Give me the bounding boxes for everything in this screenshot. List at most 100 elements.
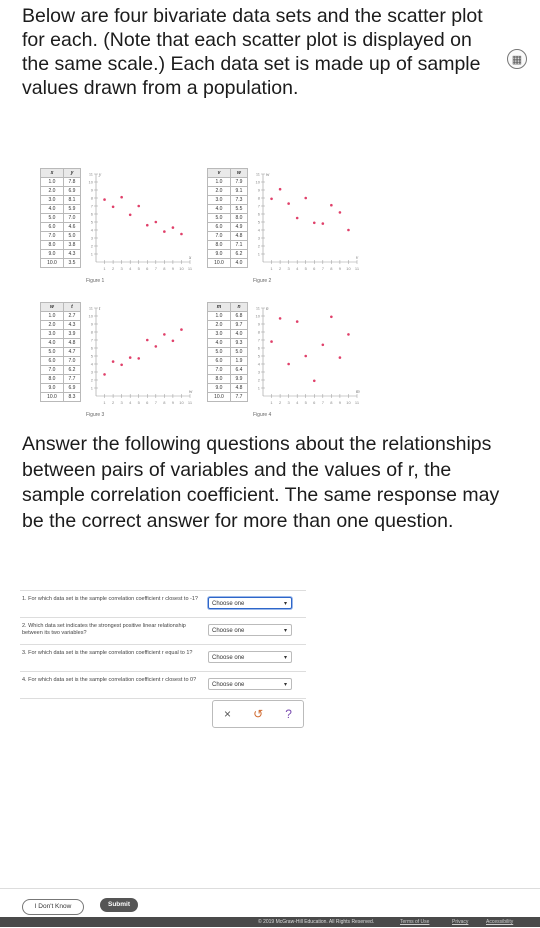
table-cell: 4.9 xyxy=(229,222,249,232)
x-tick-label: 6 xyxy=(146,400,149,405)
answer-select-2[interactable]: Choose one xyxy=(208,624,292,637)
table-cell: 5.0 xyxy=(40,347,64,357)
table-row: 6.0 4.9 xyxy=(207,222,249,232)
help-icon[interactable]: ? xyxy=(285,707,292,721)
table-cell: 7.0 xyxy=(62,213,82,223)
answer-actions: × ↺ ? xyxy=(212,700,304,728)
table-cell: 4.0 xyxy=(207,338,231,348)
answer-select-4[interactable]: Choose one xyxy=(208,678,292,691)
dont-know-button[interactable]: I Don't Know xyxy=(22,899,84,915)
x-tick-label: 3 xyxy=(288,266,291,271)
table-cell: 7.0 xyxy=(62,356,82,366)
instructions-text: Answer the following questions about the… xyxy=(22,433,500,532)
table-cell: 1.0 xyxy=(40,311,64,321)
undo-icon[interactable]: ↺ xyxy=(253,707,263,721)
column-header: w xyxy=(40,302,64,312)
data-point xyxy=(295,216,299,220)
submit-button[interactable]: Submit xyxy=(100,898,138,912)
table-cell: 8.0 xyxy=(207,374,231,384)
table-header-row: mn xyxy=(207,302,249,312)
table-cell: 3.0 xyxy=(40,195,64,205)
x-tick-label: 2 xyxy=(279,266,282,271)
data-point xyxy=(171,226,175,229)
figure-1-label: Figure 1 xyxy=(86,278,105,284)
scatter-plot-3: 1 2 3 4 5 6 7 8 9 10 111234567891011 tw xyxy=(89,306,193,406)
table-cell: 10.0 xyxy=(207,258,231,268)
table-row: 1.0 2.7 xyxy=(40,311,82,321)
table-header-row: wt xyxy=(40,302,82,312)
column-header: w xyxy=(229,168,249,178)
table-cell: 6.0 xyxy=(40,222,64,232)
data-point xyxy=(295,320,299,323)
y-tick-label: 5 xyxy=(258,354,261,359)
data-point xyxy=(312,379,316,383)
table-row: 3.0 8.1 xyxy=(40,195,82,205)
x-tick-label: 1 xyxy=(270,400,273,405)
y-tick-label: 3 xyxy=(91,370,94,375)
x-tick-label: 8 xyxy=(330,400,333,405)
x-tick-label: 9 xyxy=(339,400,342,405)
table-row: 9.0 4.8 xyxy=(207,383,249,393)
figure-4-label: Figure 4 xyxy=(253,412,272,418)
answer-select-3[interactable]: Choose one xyxy=(208,651,292,664)
x-tick-label: 9 xyxy=(172,266,175,271)
x-tick-label: 6 xyxy=(146,266,149,271)
table-cell: 7.0 xyxy=(207,231,231,241)
x-axis-label: v xyxy=(356,256,359,261)
table-cell: 6.2 xyxy=(62,365,82,375)
column-header: t xyxy=(62,302,82,312)
question-list: 1. For which data set is the sample corr… xyxy=(20,590,306,699)
data-point xyxy=(278,187,282,191)
question-text-1: 1. For which data set is the sample corr… xyxy=(22,596,198,602)
data-point xyxy=(270,197,273,201)
table-row: 5.0 7.0 xyxy=(40,213,82,223)
table-row: 4.0 9.3 xyxy=(207,338,249,348)
table-cell: 2.7 xyxy=(62,311,82,321)
table-cell: 6.8 xyxy=(229,311,249,321)
x-tick-label: 8 xyxy=(163,400,166,405)
clear-icon[interactable]: × xyxy=(224,707,231,721)
y-tick-label: 10 xyxy=(256,314,261,319)
table-row: 2.0 9.1 xyxy=(207,186,249,196)
table-cell: 2.0 xyxy=(207,320,231,330)
answer-select-1[interactable]: Choose one xyxy=(208,597,292,610)
terms-link[interactable]: Terms of Use xyxy=(400,919,429,925)
copyright-text: © 2019 McGraw-Hill Education. All Rights… xyxy=(258,919,375,925)
y-tick-label: 10 xyxy=(256,180,261,185)
y-tick-label: 8 xyxy=(91,196,94,201)
data-point xyxy=(321,343,325,347)
x-tick-label: 5 xyxy=(305,266,308,271)
table-cell: 5.0 xyxy=(207,213,231,223)
x-tick-label: 1 xyxy=(103,400,106,405)
privacy-link[interactable]: Privacy xyxy=(452,919,468,925)
data-point xyxy=(103,373,106,376)
table-row: 8.0 7.7 xyxy=(40,374,82,384)
y-tick-label: 6 xyxy=(258,212,261,217)
data-point xyxy=(347,228,350,232)
table-cell: 3.8 xyxy=(62,240,82,250)
data-point xyxy=(120,363,123,367)
table-cell: 9.7 xyxy=(229,320,249,330)
x-tick-label: 4 xyxy=(129,266,132,271)
data-point xyxy=(330,315,333,319)
question-row-4: 4. For which data set is the sample corr… xyxy=(20,672,306,699)
accessibility-link[interactable]: Accessibility xyxy=(486,919,513,925)
x-tick-label: 8 xyxy=(330,266,333,271)
x-tick-label: 2 xyxy=(112,266,115,271)
table-cell: 4.6 xyxy=(62,222,82,232)
data-point xyxy=(137,204,141,208)
table-row: 5.0 4.7 xyxy=(40,347,82,357)
copyright-bar: © 2019 McGraw-Hill Education. All Rights… xyxy=(0,917,540,927)
data-point xyxy=(128,356,132,359)
y-tick-label: 11 xyxy=(256,172,261,177)
table-row: 9.0 4.3 xyxy=(40,249,82,259)
x-tick-label: 10 xyxy=(179,266,184,271)
x-tick-label: 6 xyxy=(313,400,316,405)
table-cell: 4.8 xyxy=(229,231,249,241)
calculator-icon[interactable]: ▦ xyxy=(507,49,527,69)
y-tick-label: 4 xyxy=(91,228,94,233)
y-tick-label: 8 xyxy=(258,330,261,335)
table-row: 2.0 6.9 xyxy=(40,186,82,196)
y-tick-label: 2 xyxy=(258,244,261,249)
table-row: 4.0 5.9 xyxy=(40,204,82,214)
